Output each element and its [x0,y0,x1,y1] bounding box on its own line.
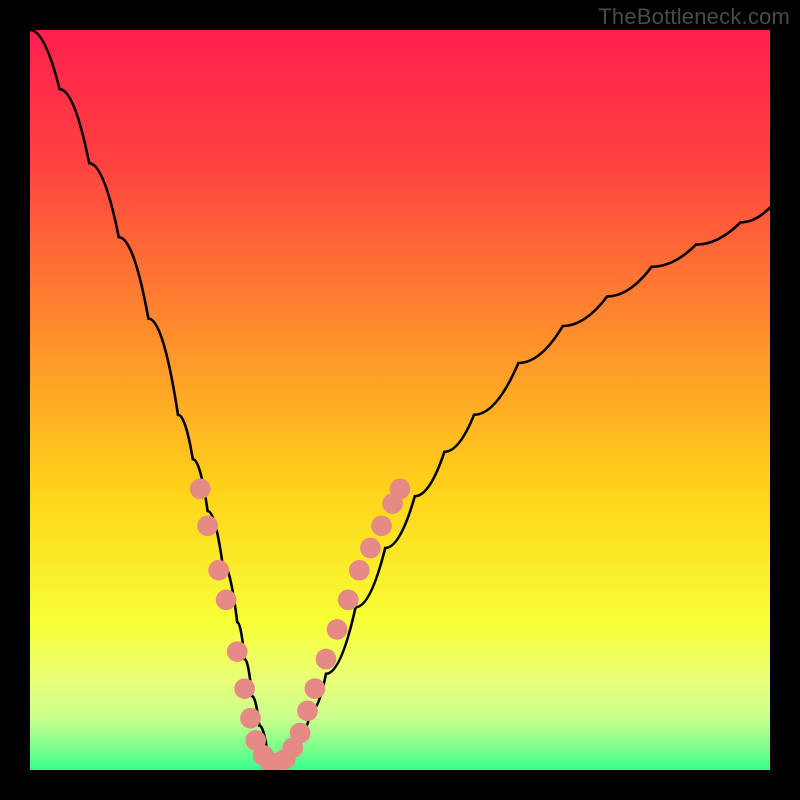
highlight-dots [190,478,411,770]
highlight-dot [290,723,311,744]
highlight-dot [190,478,211,499]
watermark: TheBottleneck.com [598,4,790,30]
bottleneck-curve [30,30,770,763]
highlight-dot [208,560,229,581]
highlight-dot [316,649,337,670]
highlight-dot [197,515,218,536]
highlight-dot [297,700,318,721]
highlight-dot [349,560,370,581]
highlight-dot [240,708,261,729]
highlight-dot [234,678,255,699]
highlight-dot [371,515,392,536]
highlight-dot [390,478,411,499]
highlight-dot [216,589,237,610]
highlight-dot [360,538,381,559]
curve-layer [30,30,770,770]
highlight-dot [227,641,248,662]
highlight-dot [327,619,348,640]
highlight-dot [338,589,359,610]
chart-stage: TheBottleneck.com [0,0,800,800]
plot-area [30,30,770,770]
highlight-dot [305,678,326,699]
